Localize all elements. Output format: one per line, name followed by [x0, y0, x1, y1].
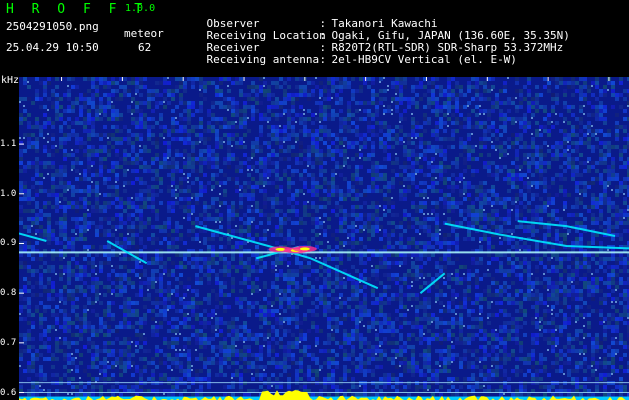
y-tick-label: 1.1: [0, 139, 17, 150]
y-axis-unit: kHz: [1, 75, 20, 86]
app-version: 1.0.0: [125, 3, 156, 14]
y-tick-label: 0.6: [0, 387, 17, 398]
detect-count: 62: [138, 41, 152, 54]
timestamp: 25.04.29 10:50: [6, 41, 99, 54]
meta-sep: :: [319, 53, 327, 66]
y-tick-label: 0.8: [0, 288, 17, 299]
spectrogram[interactable]: [19, 77, 629, 400]
meta-key: Receiving antenna: [206, 53, 320, 66]
meta-value: 2el-HB9CV Vertical (el. E-W): [331, 53, 517, 66]
spectrogram-svg: [19, 77, 629, 400]
file-name: 2504291050.png: [6, 20, 99, 33]
antenna-row: Receiving antenna: 2el-HB9CV Vertical (el…: [180, 40, 517, 79]
y-tick-label: 0.7: [0, 337, 17, 348]
y-tick-label: 0.9: [0, 238, 17, 249]
header: H R O F F T 1.0.0 2504291050.png 25.04.2…: [0, 0, 629, 77]
detect-label: meteor: [124, 27, 164, 40]
y-tick-label: 1.0: [0, 188, 17, 199]
meteor-head-core: [299, 247, 310, 251]
